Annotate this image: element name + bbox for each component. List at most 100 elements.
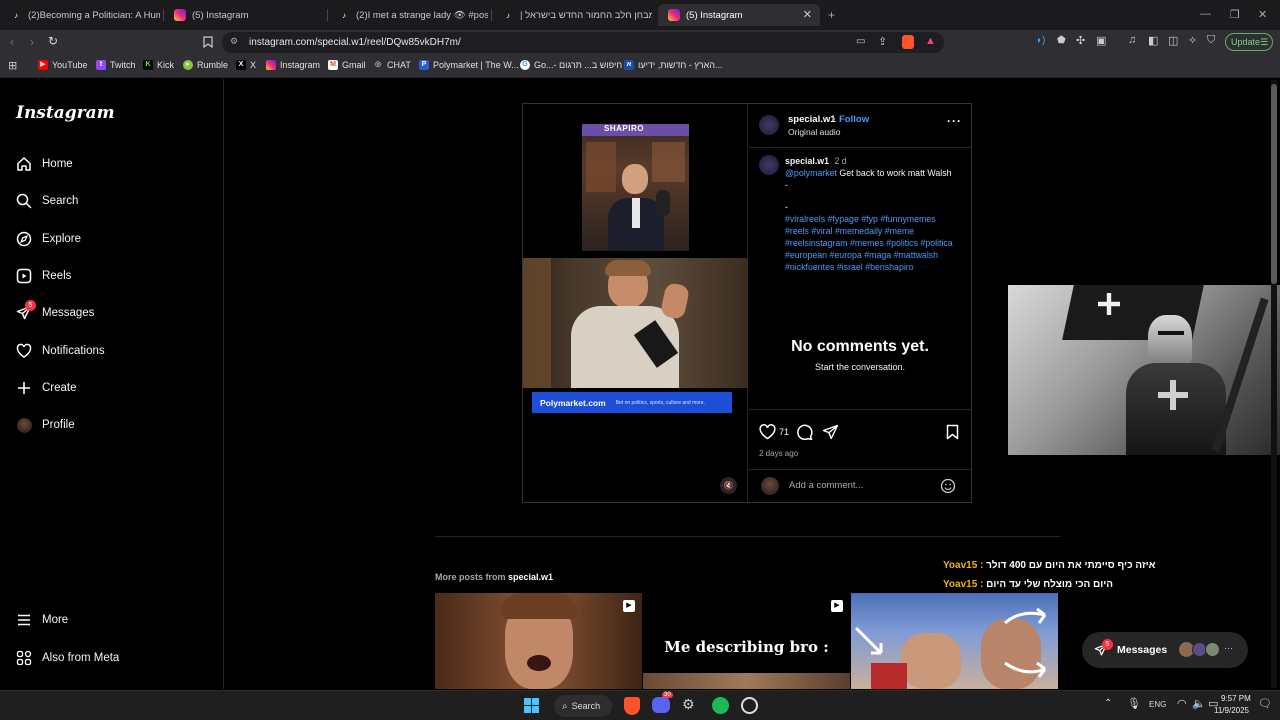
nav-also-from-meta[interactable]: Also from Meta	[16, 650, 119, 666]
instagram-icon	[668, 9, 680, 21]
taskbar-search[interactable]: ⌕ Search	[554, 695, 612, 717]
update-button[interactable]: Update ☰	[1225, 33, 1273, 51]
hashtags[interactable]: #viralreels #fypage #fyp #funnymemes #re…	[785, 213, 955, 273]
bookmarks-bar: ⊞ ▶ YouTube t Twitch K Kick ▸ Rumble XX Inst…	[0, 55, 1280, 78]
media-icon[interactable]: ♫	[1128, 34, 1136, 46]
share-icon[interactable]	[822, 424, 839, 440]
bookmark-chat[interactable]: ◎ CHAT	[373, 60, 411, 70]
site-info-icon[interactable]: ⚙	[230, 36, 238, 47]
tab-instagram-active[interactable]: (5) Instagram ✕	[658, 4, 820, 26]
wallet-icon[interactable]: ◫	[1168, 34, 1178, 47]
close-tab-icon[interactable]: ✕	[803, 8, 812, 21]
clock-time[interactable]: 9:57 PM	[1221, 694, 1251, 703]
save-icon[interactable]	[946, 424, 959, 440]
back-icon[interactable]: ‹	[10, 35, 14, 49]
tab-instagram-1[interactable]: (5) Instagram	[164, 4, 324, 26]
emoji-icon[interactable]	[940, 478, 956, 494]
google-icon: G	[520, 60, 530, 70]
post-username[interactable]: special.w1	[788, 114, 836, 125]
clock-date[interactable]: 11/9/2025	[1214, 706, 1249, 715]
more-post-tile-2[interactable]: Me describing bro : ▶	[643, 593, 850, 689]
avatar[interactable]	[759, 115, 779, 135]
bookmark-haaretz[interactable]: א הארץ - חדשות, ידיעו...	[624, 60, 723, 70]
spotify-taskbar-icon[interactable]	[712, 697, 729, 714]
caption-username[interactable]: special.w1	[785, 156, 829, 166]
nav-explore[interactable]: Explore	[16, 231, 81, 247]
more-posts-username[interactable]: special.w1	[508, 572, 553, 582]
bookmark-instagram[interactable]: Instagram	[266, 60, 320, 70]
more-post-tile-1[interactable]: ▶	[435, 593, 642, 689]
extension-icon-3[interactable]: ▣	[1096, 34, 1106, 47]
brave-taskbar-icon[interactable]	[624, 697, 640, 715]
instagram-logo[interactable]: Instagram	[16, 103, 115, 123]
nav-home[interactable]: Home	[16, 156, 73, 172]
restore-icon[interactable]: ❐	[1230, 8, 1240, 21]
volume-icon[interactable]: 🔈	[1192, 697, 1206, 710]
tray-chevron-icon[interactable]: ⌃	[1104, 698, 1112, 709]
nav-more[interactable]: More	[16, 612, 68, 628]
more-post-tile-3[interactable]	[851, 593, 1058, 689]
bookmark-google-translate[interactable]: G Go...- חיפוש ב... תרגום	[520, 60, 622, 70]
nav-notifications[interactable]: Notifications	[16, 343, 105, 359]
close-window-icon[interactable]: ✕	[1258, 8, 1267, 21]
reload-icon[interactable]: ↻	[48, 34, 58, 48]
forward-icon[interactable]: ›	[30, 35, 34, 49]
mention-link[interactable]: @polymarket	[785, 168, 837, 178]
new-tab-icon[interactable]: +	[828, 8, 835, 22]
nav-reels[interactable]: Reels	[16, 268, 71, 284]
discord-taskbar-icon[interactable]: 30	[652, 692, 673, 713]
brave-rewards-icon[interactable]: ▲	[925, 35, 936, 47]
apps-grid-icon[interactable]: ⊞	[8, 59, 17, 72]
avatar[interactable]	[759, 155, 779, 175]
notifications-icon[interactable]: 🗨	[1258, 697, 1272, 710]
more-options-icon[interactable]: ···	[947, 114, 962, 128]
follow-button[interactable]: Follow	[839, 114, 869, 125]
reel-video[interactable]: SHAPIRO Polymarket.com Bet on politics, …	[523, 104, 748, 502]
nav-messages[interactable]: 5 Messages	[16, 300, 94, 321]
tab-tiktok-politician[interactable]: ♪ (2)Becoming a Politician: A Humorou	[0, 4, 160, 26]
overlay-knight-image	[1008, 285, 1280, 455]
nav-create[interactable]: Create	[16, 380, 77, 396]
address-bar[interactable]: ⚙ instagram.com/special.w1/reel/DQw85vkD…	[222, 32, 944, 53]
bookmark-polymarket[interactable]: P Polymarket | The W...	[419, 60, 519, 70]
audio-label[interactable]: Original audio	[788, 127, 840, 137]
bookmark-page-icon[interactable]	[203, 36, 213, 48]
language-indicator[interactable]: ENG	[1149, 700, 1166, 709]
brave-shields-icon[interactable]	[902, 35, 914, 49]
obs-taskbar-icon[interactable]	[741, 697, 758, 714]
minimize-icon[interactable]: —	[1200, 8, 1211, 20]
like-count[interactable]: 71	[779, 427, 789, 437]
bookmark-label: X	[250, 60, 257, 70]
sidebar-toggle-icon[interactable]: ◧	[1148, 34, 1158, 47]
extension-icon-2[interactable]: ⬟	[1057, 35, 1066, 46]
bookmark-youtube[interactable]: ▶ YouTube	[38, 60, 87, 70]
leo-ai-icon[interactable]: ✧	[1188, 34, 1197, 47]
bookmark-rumble[interactable]: ▸ Rumble	[183, 60, 228, 70]
mute-icon[interactable]: 🔇	[720, 477, 737, 494]
page-scrollbar[interactable]	[1271, 80, 1277, 688]
comment-icon[interactable]	[796, 424, 813, 440]
bookmark-x[interactable]: XX	[236, 60, 256, 70]
microphone-icon[interactable]: 🎙	[1127, 697, 1141, 710]
tab-tiktok-lady[interactable]: ♪ (2)I met a strange lady 👁 #postman	[328, 4, 488, 26]
share-icon[interactable]: ⇪	[878, 35, 887, 48]
steam-taskbar-icon[interactable]: ⚙	[682, 696, 695, 713]
windows-start-icon[interactable]	[524, 698, 539, 713]
cast-icon[interactable]: ▭	[856, 36, 865, 47]
tab-tiktok-hebrew[interactable]: ♪ (2)מבחן חלב החמור החדש בישראל |	[492, 4, 652, 26]
extensions-puzzle-icon[interactable]: ✣	[1076, 34, 1085, 47]
wifi-icon[interactable]: ◠	[1177, 697, 1187, 710]
vpn-icon[interactable]: ⛉	[1207, 34, 1215, 47]
url-text[interactable]: instagram.com/special.w1/reel/DQw85vkDH7…	[249, 37, 461, 48]
bookmark-gmail[interactable]: M Gmail	[328, 60, 366, 70]
nav-profile[interactable]: Profile	[16, 417, 75, 433]
scrollbar-thumb[interactable]	[1271, 84, 1277, 284]
like-icon[interactable]	[759, 424, 776, 440]
extension-icon-1[interactable]: ◗)	[1036, 35, 1045, 46]
messages-pill[interactable]: 5 Messages ···	[1082, 632, 1248, 668]
comment-input[interactable]: Add a comment...	[789, 480, 863, 491]
bookmark-kick[interactable]: K Kick	[143, 60, 174, 70]
polymarket-banner: Polymarket.com Bet on politics, sports, …	[532, 392, 732, 413]
bookmark-twitch[interactable]: t Twitch	[96, 60, 136, 70]
nav-search[interactable]: Search	[16, 193, 78, 209]
